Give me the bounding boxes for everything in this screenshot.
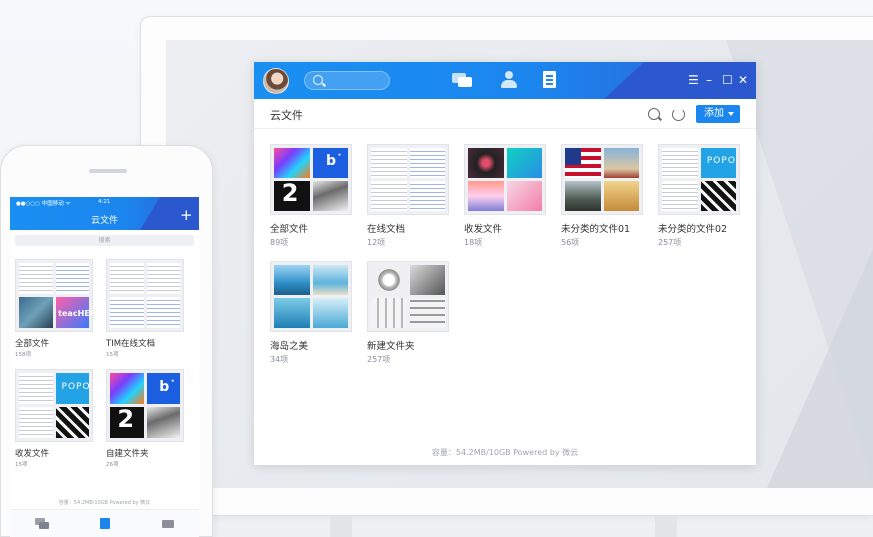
phone-speaker — [89, 169, 127, 173]
folder-name: 全部文件 — [270, 224, 309, 235]
storage-footer: 容量：54.2MB/10GB Powered by 微云 — [431, 448, 579, 457]
contacts-icon[interactable] — [499, 71, 519, 89]
folder-thumbnail — [561, 144, 643, 215]
title-bar-stripe — [604, 62, 644, 99]
folder-thumbnail — [106, 369, 184, 442]
chat-icon[interactable] — [452, 71, 472, 89]
folder-item[interactable]: 在线文档 12项 — [367, 144, 449, 248]
folder-thumbnail — [367, 144, 449, 215]
folder-item[interactable]: 自建文件夹 26项 — [106, 369, 184, 468]
toolbar: 云文件 添加 — [254, 99, 756, 129]
monitor-stand — [655, 516, 677, 537]
folder-count: 158项 — [15, 352, 31, 358]
global-search-input[interactable] — [304, 71, 390, 90]
status-time: 4:21 — [98, 199, 111, 205]
toolbox-icon[interactable] — [161, 518, 175, 529]
folder-name: 未分类的文件02 — [658, 224, 728, 235]
folder-item[interactable]: TIM在线文档 15项 — [106, 259, 184, 358]
folder-name: 新建文件夹 — [367, 341, 415, 352]
add-button[interactable]: 添加 — [696, 105, 740, 123]
minimize-icon[interactable]: – — [706, 74, 712, 86]
close-icon[interactable]: ✕ — [738, 74, 748, 86]
folder-item[interactable]: 收发文件 18项 — [464, 144, 546, 248]
folder-thumbnail — [15, 369, 93, 442]
folder-thumbnail — [658, 144, 740, 215]
phone-search-input[interactable]: 搜索 — [15, 235, 194, 246]
monitor-stand — [330, 516, 352, 537]
desktop-app-window: ☰ – ☐ ✕ 云文件 添加 全部文件 89项 在线文档 12项 — [254, 62, 756, 465]
folder-name: 自建文件夹 — [106, 449, 149, 459]
maximize-icon[interactable]: ☐ — [722, 74, 733, 86]
folder-name: 未分类的文件01 — [561, 224, 631, 235]
status-carrier: ●●○○○ 中国移动 ᯤ — [16, 201, 71, 207]
search-placeholder: 搜索 — [98, 237, 111, 244]
phone-tab-bar — [10, 509, 199, 537]
phone-screen: ●●○○○ 中国移动 ᯤ 4:21 云文件 + 搜索 全部文件 158项 TIM… — [10, 197, 199, 537]
folder-item[interactable]: 全部文件 158项 — [15, 259, 95, 358]
folder-thumbnail — [15, 259, 95, 332]
chat-icon[interactable] — [35, 518, 49, 529]
documents-icon[interactable] — [540, 71, 560, 89]
folder-count: 15项 — [106, 352, 119, 358]
folder-count: 89项 — [270, 238, 289, 247]
add-button-label: 添加 — [704, 108, 724, 119]
folder-name: 收发文件 — [15, 449, 50, 459]
folder-thumbnail — [464, 144, 546, 215]
storage-footer: 容量：54.2MB/10GB Powered by 微云 — [58, 500, 151, 506]
search-icon[interactable] — [648, 108, 660, 120]
search-icon — [313, 75, 323, 85]
folder-count: 12项 — [367, 238, 386, 247]
user-avatar[interactable] — [263, 68, 289, 94]
screen-facet — [766, 220, 873, 488]
menu-icon[interactable]: ☰ — [688, 74, 699, 86]
phone-header: ●●○○○ 中国移动 ᯤ 4:21 云文件 + — [10, 197, 199, 230]
folder-count: 56项 — [561, 238, 580, 247]
folder-item[interactable]: 全部文件 89项 — [270, 144, 352, 248]
folder-name: 在线文档 — [367, 224, 406, 235]
folder-thumbnail — [106, 259, 184, 332]
folder-thumbnail — [270, 144, 352, 215]
folder-thumbnail — [367, 261, 449, 332]
folder-name: 收发文件 — [464, 224, 503, 235]
folder-name: 全部文件 — [15, 339, 50, 349]
folder-thumbnail — [270, 261, 352, 332]
folder-count: 15项 — [15, 462, 28, 468]
page-title: 云文件 — [270, 109, 303, 122]
folder-count: 34项 — [270, 355, 289, 364]
folder-item[interactable]: 海岛之美 34项 — [270, 261, 352, 365]
folder-count: 257项 — [367, 355, 391, 364]
documents-icon[interactable] — [98, 518, 112, 529]
caret-down-icon — [728, 112, 734, 116]
folder-item[interactable]: 收发文件 15项 — [15, 369, 93, 468]
folder-count: 257项 — [658, 238, 682, 247]
folder-name: 海岛之美 — [270, 341, 309, 352]
folder-name: TIM在线文档 — [106, 339, 156, 349]
folder-count: 18项 — [464, 238, 483, 247]
phone-page-title: 云文件 — [90, 216, 118, 226]
folder-item[interactable]: 未分类的文件02 257项 — [658, 144, 740, 248]
folder-count: 26项 — [106, 462, 119, 468]
refresh-icon[interactable] — [672, 108, 685, 121]
add-icon[interactable]: + — [180, 208, 193, 223]
title-bar: ☰ – ☐ ✕ — [254, 62, 756, 99]
folder-item[interactable]: 新建文件夹 257项 — [367, 261, 449, 365]
folder-item[interactable]: 未分类的文件01 56项 — [561, 144, 643, 248]
